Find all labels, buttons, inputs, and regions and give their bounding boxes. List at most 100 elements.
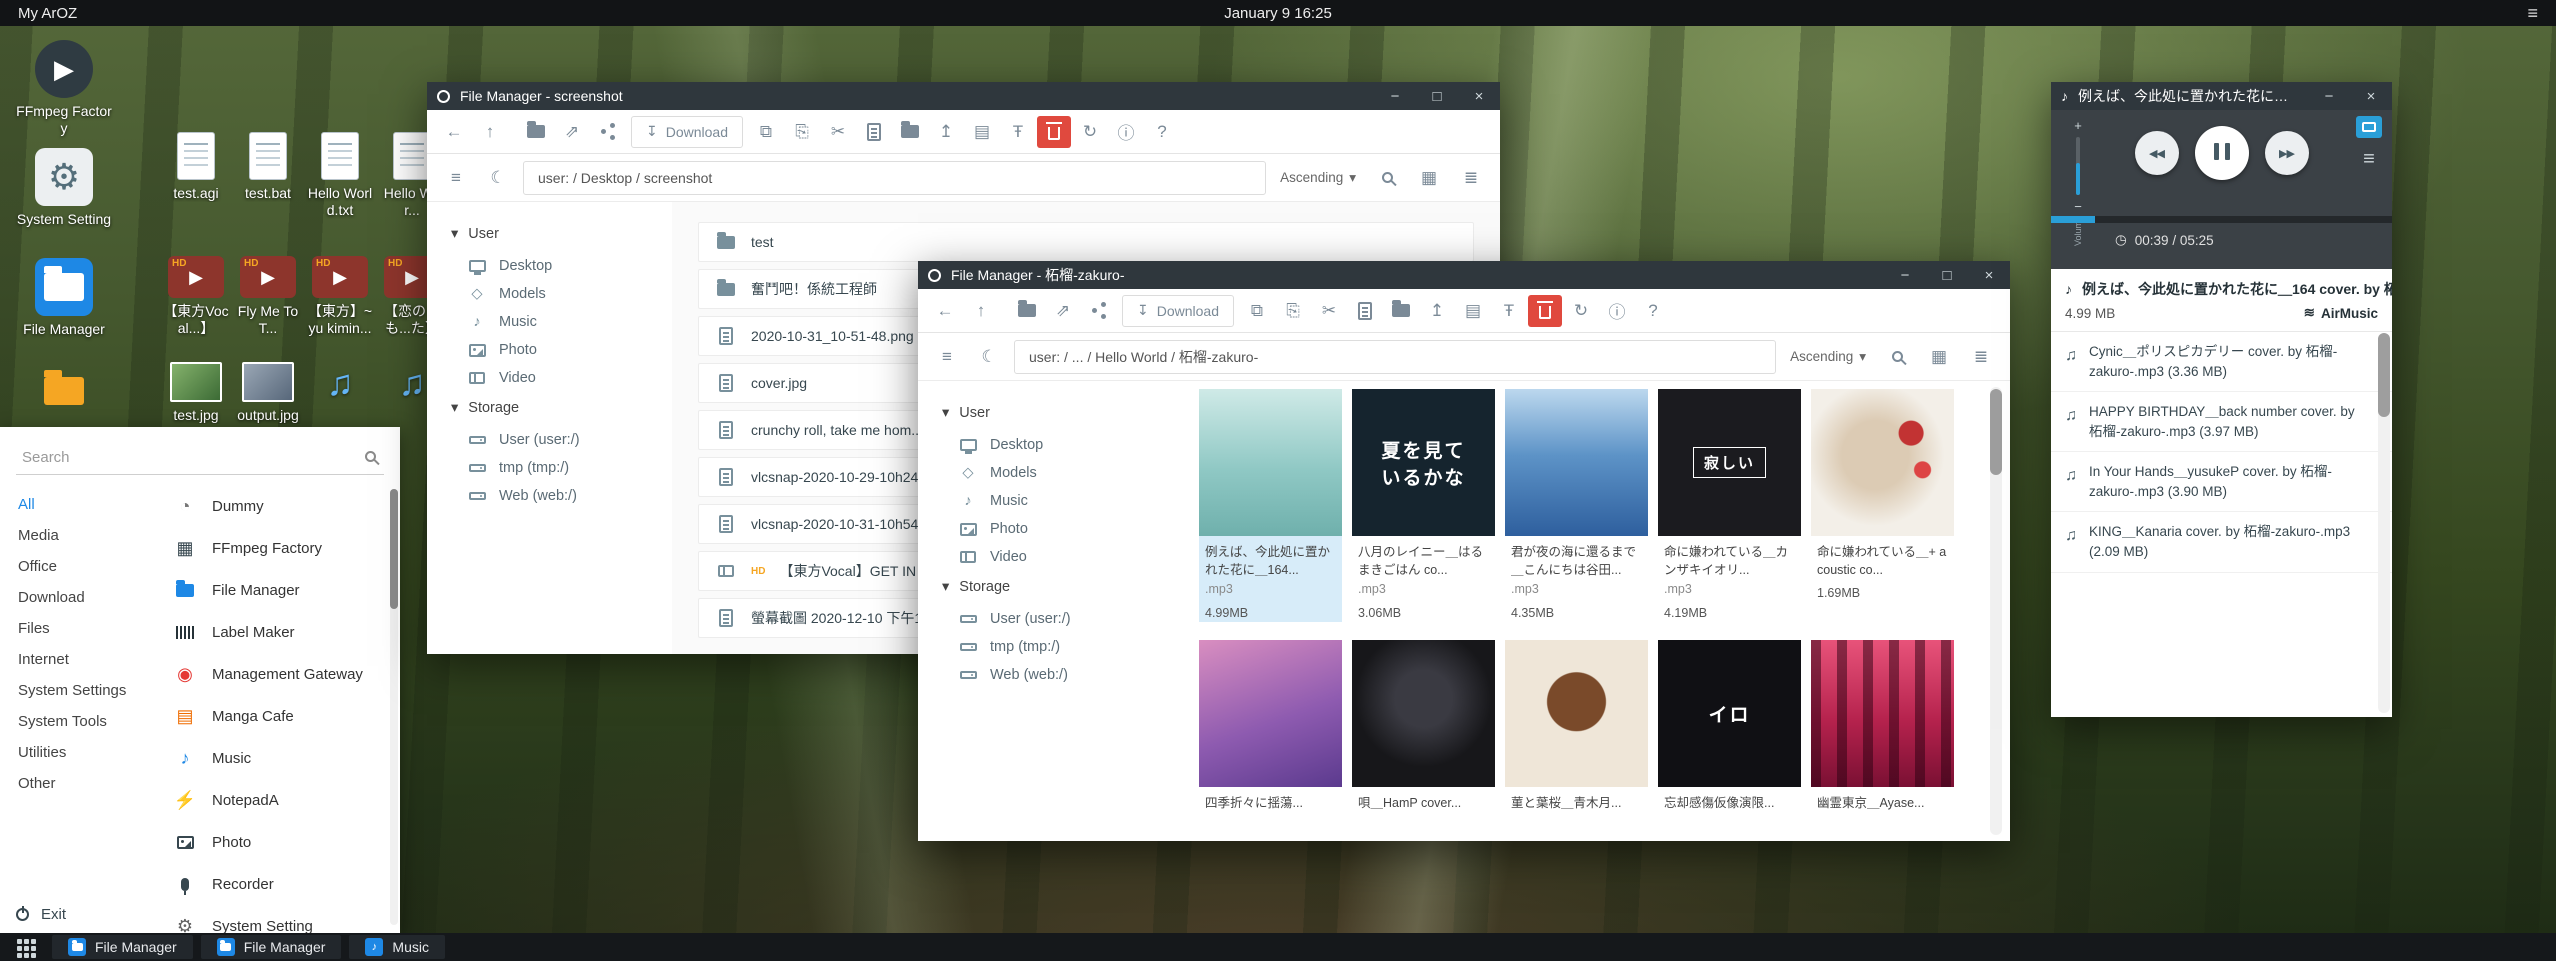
path-input[interactable]: user: / Desktop / screenshot	[523, 161, 1266, 195]
file-tile[interactable]: 夏を見ているかな 八月のレイニー＿はるまきごはん co....mp33.06MB	[1352, 389, 1495, 622]
list-view-button[interactable]: ≣	[1454, 162, 1488, 194]
desktop-icon-image[interactable]: output.jpg	[234, 362, 302, 424]
category-internet[interactable]: Internet	[0, 644, 160, 675]
cut-button[interactable]: ✂	[1312, 295, 1346, 327]
app-notepada[interactable]: ⚡NotepadA	[166, 779, 384, 821]
desktop-icon-file[interactable]: Hello World.txt	[306, 132, 374, 219]
topbar-menu-button[interactable]: ≡	[2527, 3, 2538, 24]
file-tile[interactable]: 幽霊東京＿Ayase...	[1811, 640, 1954, 813]
category-system-settings[interactable]: System Settings	[0, 675, 160, 706]
close-button[interactable]: ×	[2350, 82, 2392, 110]
sidebar-item-video[interactable]: Video	[451, 364, 672, 392]
sort-dropdown[interactable]: Ascending▾	[1784, 349, 1872, 365]
desktop-icon-video[interactable]: HD▶ 【東方】~yu kimin...	[306, 256, 374, 337]
title-bar[interactable]: File Manager - 柘榴-zakuro- − □ ×	[918, 261, 2010, 289]
app-system-setting[interactable]: ⚙System Setting	[166, 905, 384, 933]
copy-button[interactable]: ⧉	[1240, 295, 1274, 327]
airmusic-badge[interactable]: ≋AirMusic	[2304, 305, 2378, 321]
desktop-icon-video[interactable]: HD▶ 【東方Vocal...】	[162, 256, 230, 337]
desktop-icon-ffmpeg-factory[interactable]: ▶ FFmpeg Factory	[16, 40, 112, 137]
dark-mode-button[interactable]: ☾	[481, 162, 515, 194]
scrollbar[interactable]	[1990, 387, 2002, 835]
sidebar-item-video[interactable]: Video	[942, 543, 1163, 571]
taskbar-item-file-manager-1[interactable]: File Manager	[52, 935, 193, 959]
sidebar-item-web-drive[interactable]: Web (web:/)	[942, 661, 1163, 689]
grid-view-button[interactable]: ▦	[1412, 162, 1446, 194]
sidebar-item-desktop[interactable]: Desktop	[451, 252, 672, 280]
cast-button[interactable]	[2356, 116, 2382, 138]
app-recorder[interactable]: Recorder	[166, 863, 384, 905]
playlist-item[interactable]: ♫HAPPY BIRTHDAY＿back number cover. by 柘榴…	[2051, 392, 2392, 452]
category-utilities[interactable]: Utilities	[0, 737, 160, 768]
back-button[interactable]: ←	[437, 116, 471, 148]
rename-button[interactable]: Ŧ	[1492, 295, 1526, 327]
sort-dropdown[interactable]: Ascending▾	[1274, 170, 1362, 186]
sidebar-item-models[interactable]: ◇Models	[451, 280, 672, 308]
playlist-item[interactable]: ♫KING＿Kanaria cover. by 柘榴-zakuro-.mp3 (…	[2051, 512, 2392, 572]
list-view-button[interactable]: ≣	[1964, 341, 1998, 373]
app-music[interactable]: ♪Music	[166, 737, 384, 779]
sidebar-toggle-button[interactable]: ≡	[439, 162, 473, 194]
close-button[interactable]: ×	[1968, 261, 2010, 289]
file-tile[interactable]: イロ 忘却感傷仮像演限...	[1658, 640, 1801, 813]
file-tile[interactable]: 四季折々に揺蕩...	[1199, 640, 1342, 813]
new-folder-button[interactable]	[1384, 295, 1418, 327]
sidebar-item-music[interactable]: ♪Music	[942, 487, 1163, 515]
sidebar-section-storage[interactable]: ▾Storage	[942, 579, 1163, 595]
paste-button[interactable]: ⎘	[785, 116, 819, 148]
app-list-scrollbar[interactable]	[390, 489, 398, 925]
title-bar[interactable]: ♪ 例えば、今此処に置かれた花に＿164 c... − ×	[2051, 82, 2392, 110]
title-bar[interactable]: File Manager - screenshot − □ ×	[427, 82, 1500, 110]
file-tile[interactable]: 寂しい 命に嫌われている＿カンザキイオリ....mp34.19MB	[1658, 389, 1801, 622]
previous-track-button[interactable]: ◀◀	[2135, 131, 2179, 175]
open-new-window-button[interactable]: ⇗	[1046, 295, 1080, 327]
back-button[interactable]: ←	[928, 295, 962, 327]
seek-bar[interactable]	[2051, 216, 2392, 223]
sidebar-item-tmp-drive[interactable]: tmp (tmp:/)	[451, 454, 672, 482]
file-row[interactable]: test	[698, 222, 1474, 262]
open-button[interactable]	[1010, 295, 1044, 327]
upload-button[interactable]: ↥	[1420, 295, 1454, 327]
category-other[interactable]: Other	[0, 768, 160, 799]
trash-button[interactable]	[1528, 295, 1562, 327]
archive-button[interactable]: ▤	[965, 116, 999, 148]
download-button[interactable]: ↧Download	[1122, 295, 1234, 327]
desktop-icon-file[interactable]: test.agi	[162, 132, 230, 202]
playlist-item[interactable]: ♫Cynic＿ポリスピカデリー cover. by 柘榴-zakuro-.mp3…	[2051, 332, 2392, 392]
search-input[interactable]	[16, 441, 384, 474]
new-file-button[interactable]	[857, 116, 891, 148]
download-button[interactable]: ↧Download	[631, 116, 743, 148]
cut-button[interactable]: ✂	[821, 116, 855, 148]
copy-button[interactable]: ⧉	[749, 116, 783, 148]
search-button[interactable]	[1370, 162, 1404, 194]
sidebar-item-models[interactable]: ◇Models	[942, 459, 1163, 487]
sidebar-item-desktop[interactable]: Desktop	[942, 431, 1163, 459]
maximize-button[interactable]: □	[1926, 261, 1968, 289]
help-button[interactable]: ?	[1145, 116, 1179, 148]
category-media[interactable]: Media	[0, 520, 160, 551]
minimize-button[interactable]: −	[2308, 82, 2350, 110]
archive-button[interactable]: ▤	[1456, 295, 1490, 327]
app-file-manager[interactable]: File Manager	[166, 569, 384, 611]
close-button[interactable]: ×	[1458, 82, 1500, 110]
up-button[interactable]: ↑	[473, 116, 507, 148]
refresh-button[interactable]: ↻	[1073, 116, 1107, 148]
app-dummy[interactable]: ◔Dummy	[166, 485, 384, 527]
rename-button[interactable]: Ŧ	[1001, 116, 1035, 148]
help-button[interactable]: ?	[1636, 295, 1670, 327]
paste-button[interactable]: ⎘	[1276, 295, 1310, 327]
sidebar-item-user-drive[interactable]: User (user:/)	[451, 426, 672, 454]
info-button[interactable]: ⓘ	[1600, 295, 1634, 327]
file-tile-selected[interactable]: 例えば、今此処に置かれた花に＿164....mp34.99MB	[1199, 389, 1342, 622]
desktop-icon-image[interactable]: test.jpg	[162, 362, 230, 424]
category-system-tools[interactable]: System Tools	[0, 706, 160, 737]
grid-view-button[interactable]: ▦	[1922, 341, 1956, 373]
sidebar-item-tmp-drive[interactable]: tmp (tmp:/)	[942, 633, 1163, 661]
new-file-button[interactable]	[1348, 295, 1382, 327]
open-button[interactable]	[519, 116, 553, 148]
sidebar-item-music[interactable]: ♪Music	[451, 308, 672, 336]
player-menu-button[interactable]: ≡	[2363, 148, 2375, 171]
desktop-icon-file[interactable]: test.bat	[234, 132, 302, 202]
dark-mode-button[interactable]: ☾	[972, 341, 1006, 373]
start-button[interactable]	[8, 933, 44, 961]
